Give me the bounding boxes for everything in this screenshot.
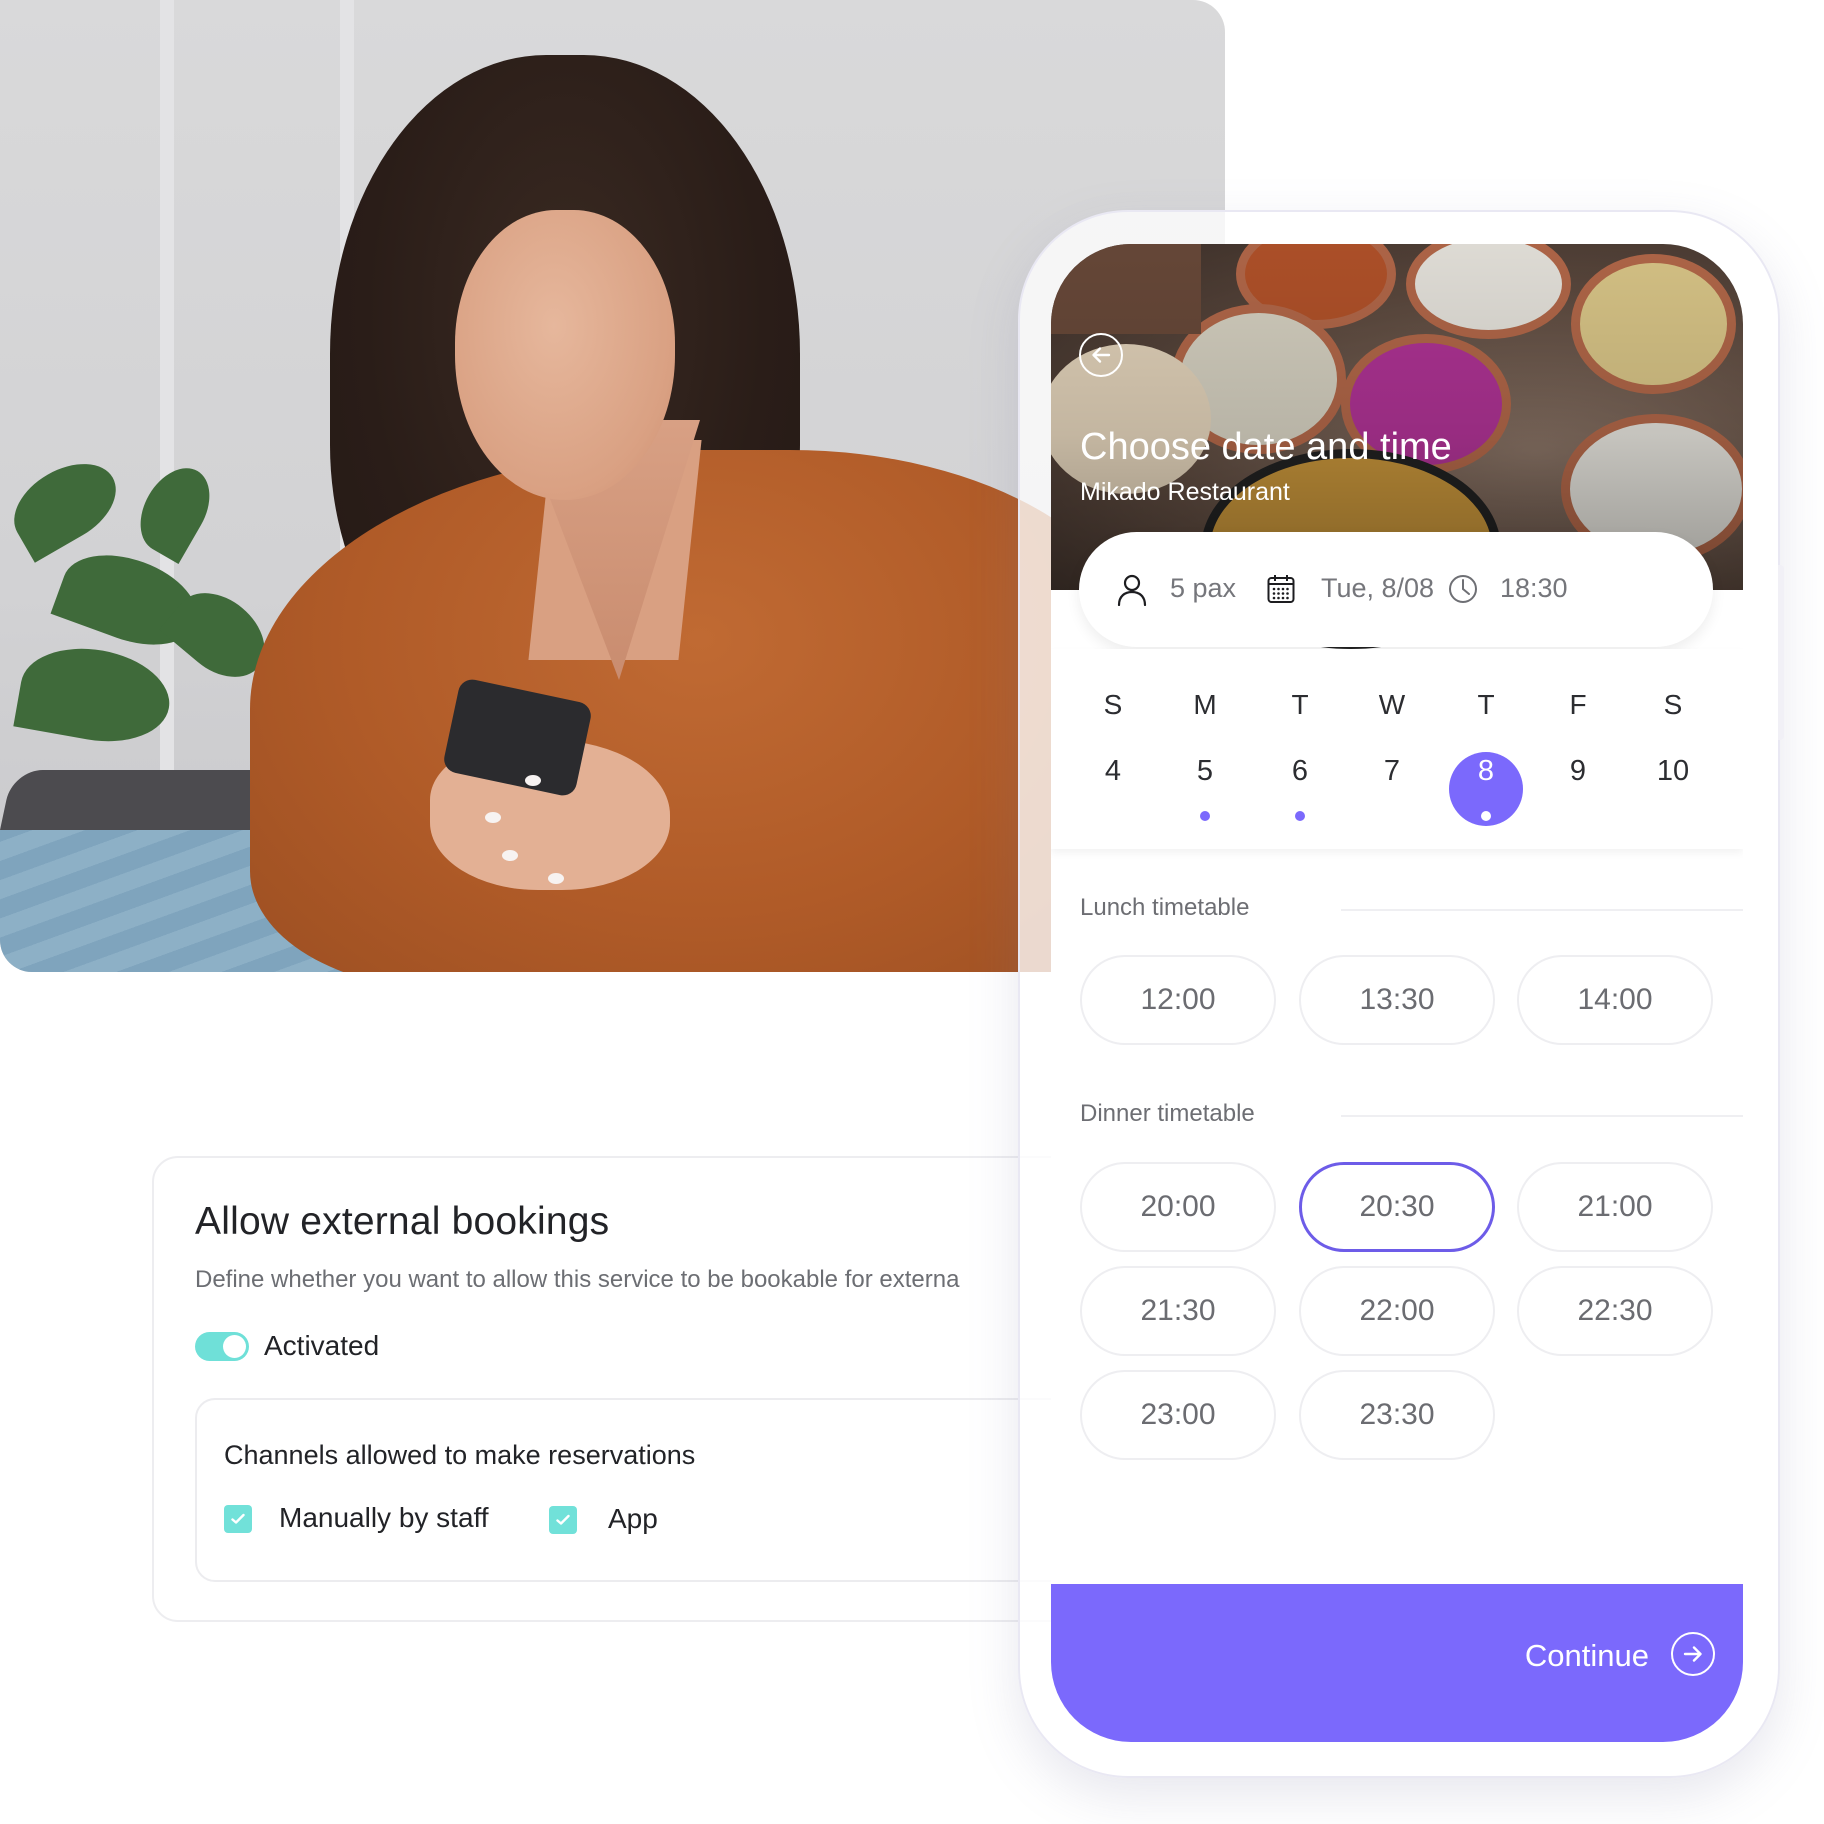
- continue-label: Continue: [1524, 1638, 1649, 1673]
- arrow-right-circle-icon: [1671, 1632, 1715, 1676]
- back-button[interactable]: [1079, 333, 1123, 377]
- guests-value[interactable]: 5 pax: [1170, 573, 1236, 604]
- phone-side-button: [1778, 565, 1784, 740]
- screen-title: Choose date and time: [1080, 426, 1452, 468]
- time-slot-button[interactable]: 21:30: [1080, 1266, 1276, 1356]
- time-value[interactable]: 18:30: [1500, 573, 1568, 604]
- weekday-label: F: [1569, 689, 1587, 720]
- checkbox-manually-by-staff[interactable]: [224, 1505, 252, 1533]
- calendar-icon: [1267, 575, 1295, 603]
- checkbox-app[interactable]: [549, 1506, 577, 1534]
- card-description: Define whether you want to allow this se…: [195, 1266, 960, 1293]
- availability-dot: [1295, 811, 1305, 821]
- time-slot-button[interactable]: 12:00: [1080, 955, 1276, 1045]
- nail: [548, 873, 564, 884]
- wall-panel: [160, 0, 174, 860]
- channels-title: Channels allowed to make reservations: [224, 1440, 696, 1470]
- lunch-timetable-label: Lunch timetable: [1080, 894, 1250, 921]
- toggle-knob: [223, 1335, 246, 1358]
- week-calendar: S M T W T F S 4 5 6 7 8 9 10: [1051, 649, 1743, 849]
- plant-leaf: [126, 456, 224, 564]
- availability-dot: [1481, 811, 1491, 821]
- checkbox-label-app: App: [608, 1503, 658, 1534]
- time-slot-button-selected[interactable]: 20:30: [1299, 1162, 1495, 1252]
- divider-line: [1341, 909, 1743, 911]
- day-8-selected[interactable]: 8: [1456, 755, 1516, 788]
- time-slot-button[interactable]: 20:00: [1080, 1162, 1276, 1252]
- weekday-label: S: [1663, 689, 1683, 720]
- plant-leaf: [0, 447, 131, 563]
- phone-screen: Choose date and time Mikado Restaurant 5…: [1051, 244, 1743, 1742]
- external-bookings-card: Allow external bookings Define whether y…: [152, 1156, 1135, 1622]
- nail: [502, 850, 518, 861]
- day-9[interactable]: 9: [1548, 755, 1608, 788]
- day-4[interactable]: 4: [1083, 755, 1143, 788]
- check-icon: [231, 1513, 245, 1524]
- day-5[interactable]: 5: [1175, 755, 1235, 788]
- time-slot-button[interactable]: 23:30: [1299, 1370, 1495, 1460]
- card-title: Allow external bookings: [195, 1200, 610, 1243]
- arrow-left-icon: [1092, 347, 1111, 363]
- nail: [485, 812, 501, 823]
- weekday-label: T: [1291, 689, 1309, 720]
- clock-icon: [1449, 575, 1477, 603]
- person-icon: [1117, 574, 1147, 606]
- day-6[interactable]: 6: [1270, 755, 1330, 788]
- time-slot-button[interactable]: 22:00: [1299, 1266, 1495, 1356]
- time-slot-button[interactable]: 13:30: [1299, 955, 1495, 1045]
- time-slot-button[interactable]: 14:00: [1517, 955, 1713, 1045]
- plant-leaf: [13, 637, 177, 753]
- activated-toggle[interactable]: [195, 1332, 249, 1361]
- booking-summary-pill[interactable]: 5 pax Tue, 8/08 18:30: [1079, 532, 1713, 647]
- date-value[interactable]: Tue, 8/08: [1321, 573, 1434, 604]
- weekday-label: T: [1477, 689, 1495, 720]
- weekday-label: W: [1378, 689, 1406, 720]
- toggle-label: Activated: [264, 1330, 380, 1361]
- shirt: [250, 450, 1150, 972]
- time-slot-button[interactable]: 23:00: [1080, 1370, 1276, 1460]
- time-slot-button[interactable]: 21:00: [1517, 1162, 1713, 1252]
- day-10[interactable]: 10: [1643, 755, 1703, 788]
- check-icon: [556, 1514, 570, 1525]
- nail: [525, 775, 541, 786]
- time-slot-button[interactable]: 22:30: [1517, 1266, 1713, 1356]
- weekday-label: M: [1193, 689, 1217, 720]
- face: [455, 210, 675, 500]
- dinner-timetable-label: Dinner timetable: [1080, 1100, 1255, 1127]
- weekday-label: S: [1103, 689, 1123, 720]
- continue-button[interactable]: Continue: [1051, 1584, 1743, 1742]
- day-7[interactable]: 7: [1362, 755, 1422, 788]
- restaurant-name: Mikado Restaurant: [1080, 478, 1290, 506]
- arrow-right-icon: [1683, 1646, 1702, 1662]
- channels-box: Channels allowed to make reservations Ma…: [195, 1398, 1135, 1582]
- availability-dot: [1200, 811, 1210, 821]
- checkbox-label-manually-by-staff: Manually by staff: [279, 1502, 489, 1533]
- divider-line: [1341, 1115, 1743, 1117]
